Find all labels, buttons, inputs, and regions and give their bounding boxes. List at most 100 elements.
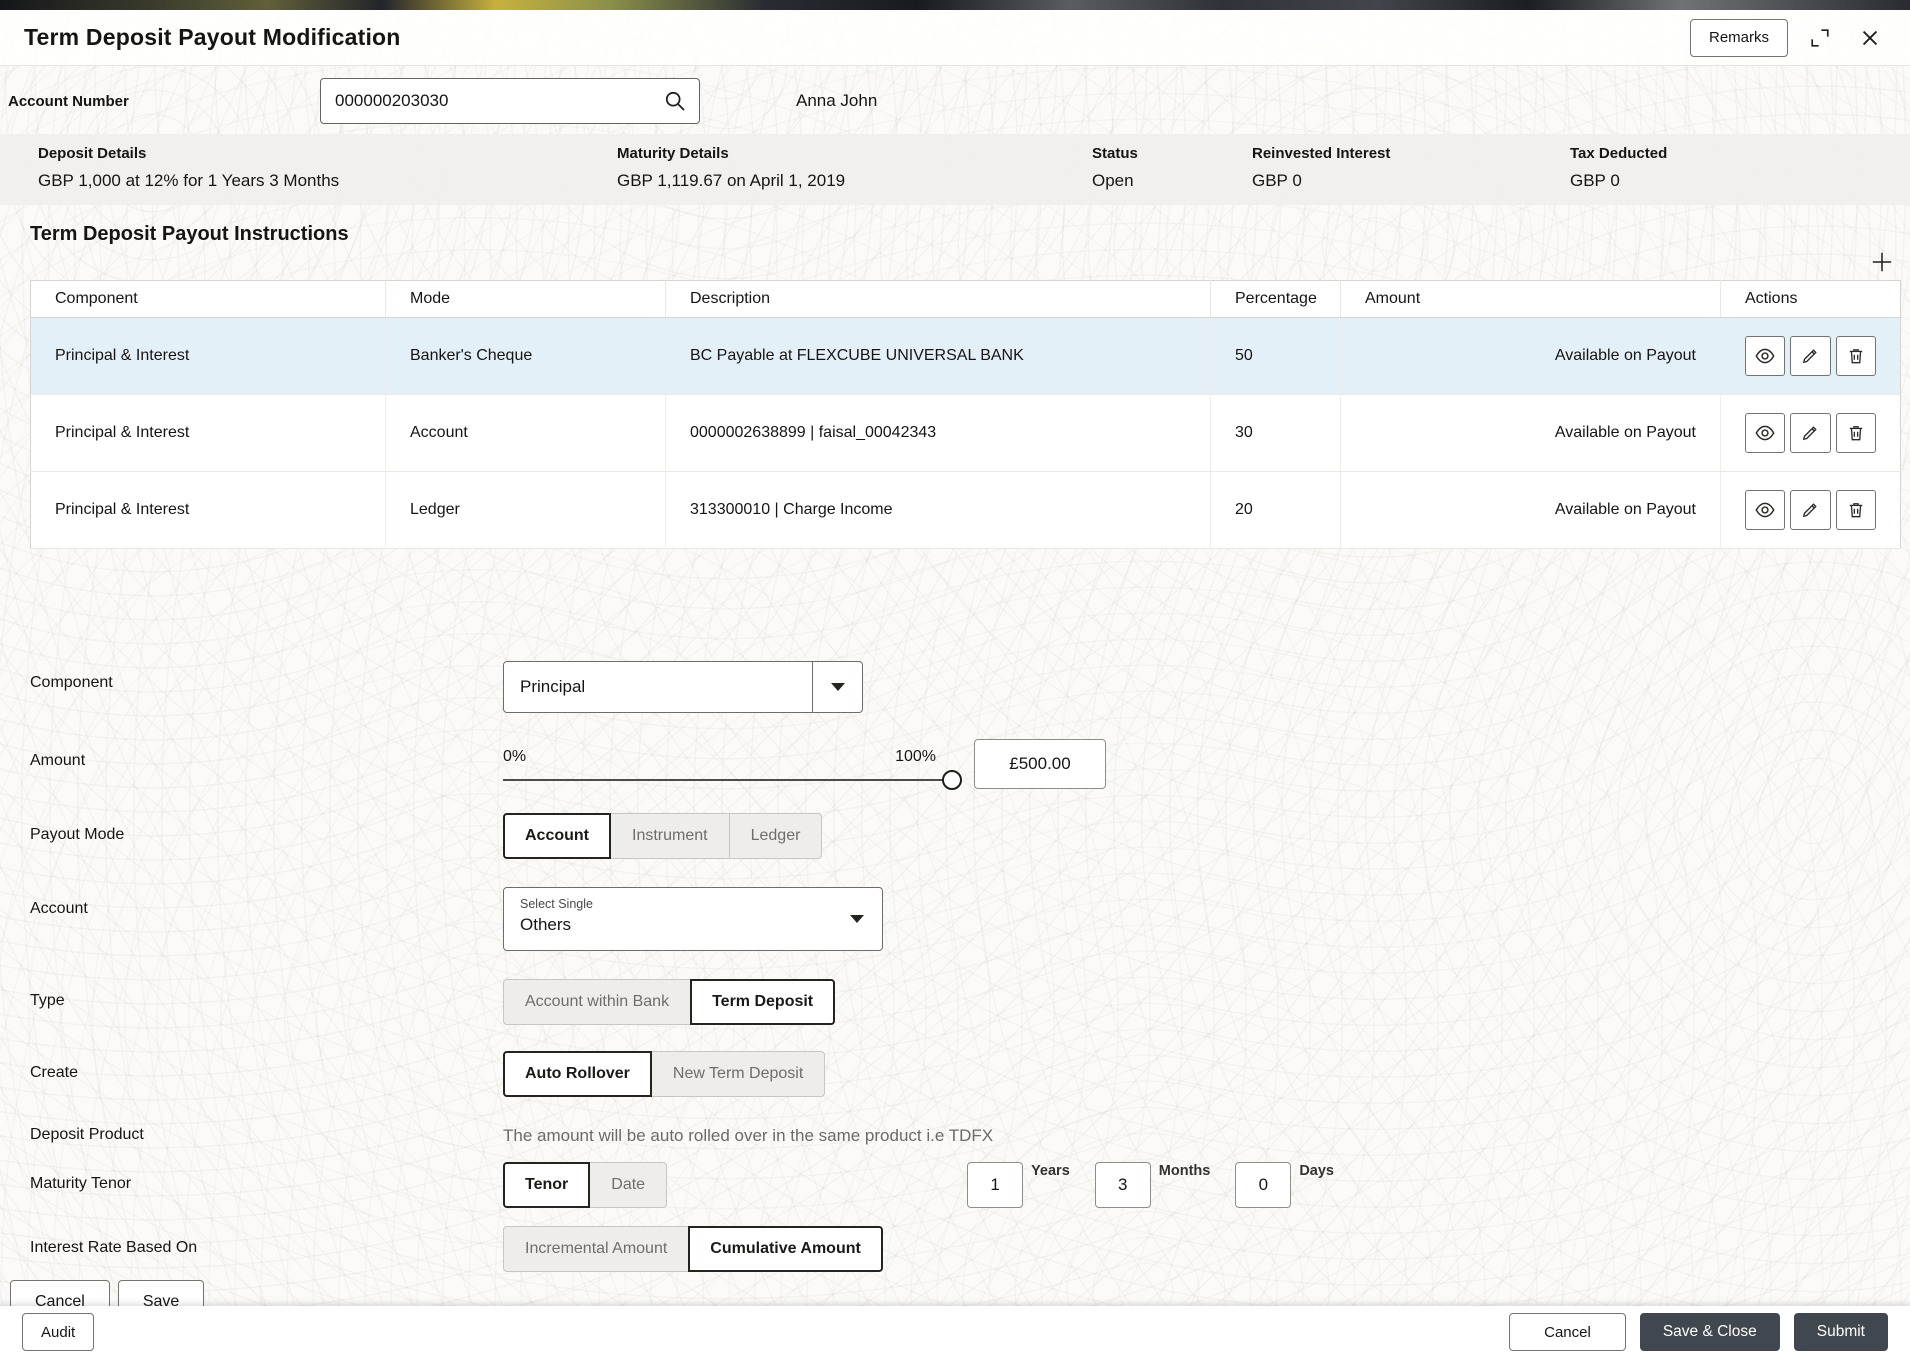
account-number-input-wrap — [320, 78, 700, 124]
summary-label: Status — [1092, 145, 1138, 162]
months-label: Months — [1158, 1163, 1211, 1179]
expand-icon — [1811, 28, 1829, 47]
payout-mode-toggle: Account Instrument Ledger — [503, 813, 823, 859]
amount-label: Amount — [30, 752, 86, 769]
account-number-input[interactable] — [333, 90, 663, 112]
maturity-option-date[interactable]: Date — [589, 1162, 668, 1208]
add-instruction-button[interactable] — [1866, 246, 1898, 278]
delete-button[interactable] — [1835, 336, 1876, 376]
remarks-button[interactable]: Remarks — [1689, 18, 1788, 57]
audit-button[interactable]: Audit — [22, 1313, 95, 1351]
expand-button[interactable] — [1802, 20, 1838, 56]
delete-button[interactable] — [1835, 413, 1876, 453]
amount-value-input[interactable]: £500.00 — [974, 739, 1106, 789]
deposit-product-label: Deposit Product — [30, 1126, 144, 1143]
summary-value: GBP 1,000 at 12% for 1 Years 3 Months — [38, 171, 340, 190]
component-select[interactable]: Principal — [503, 661, 863, 713]
view-icon — [1755, 502, 1775, 518]
maturity-tenor-control: Tenor Date Years Months — [503, 1162, 1334, 1208]
edit-icon — [1803, 349, 1818, 364]
payout-mode-option-ledger[interactable]: Ledger — [728, 813, 823, 859]
interest-rate-based-on-label: Interest Rate Based On — [30, 1239, 198, 1256]
view-button[interactable] — [1745, 490, 1786, 530]
maturity-tenor-toggle: Tenor Date — [503, 1162, 668, 1208]
cell-mode: Banker's Cheque — [385, 317, 666, 395]
payout-mode-option-account[interactable]: Account — [503, 813, 611, 859]
deposit-product-note: The amount will be auto rolled over in t… — [503, 1126, 994, 1145]
type-toggle: Account within Bank Term Deposit — [503, 979, 836, 1025]
maturity-option-tenor[interactable]: Tenor — [503, 1162, 591, 1208]
col-header-percentage: Percentage — [1210, 280, 1341, 318]
submit-button[interactable]: Submit — [1793, 1313, 1888, 1351]
type-label: Type — [30, 992, 65, 1009]
page-title: Term Deposit Payout Modification — [24, 24, 401, 50]
cell-component: Principal & Interest — [30, 317, 386, 395]
slider-track[interactable] — [503, 769, 962, 790]
delete-button[interactable] — [1835, 490, 1876, 530]
interest-option-cumulative[interactable]: Cumulative Amount — [688, 1226, 883, 1272]
view-icon — [1755, 425, 1775, 441]
create-label: Create — [30, 1064, 79, 1081]
edit-icon — [1803, 503, 1818, 518]
delete-icon — [1849, 426, 1863, 441]
search-icon[interactable] — [663, 89, 687, 113]
slider-min-label: 0% — [503, 747, 527, 765]
view-icon — [1755, 348, 1775, 364]
days-group: Days — [1235, 1162, 1334, 1208]
col-header-description: Description — [665, 280, 1211, 318]
add-icon — [1872, 252, 1892, 272]
table-row[interactable]: Principal & Interest Account 00000026388… — [30, 394, 1901, 472]
account-select-sublabel: Select Single — [520, 897, 593, 911]
amount-control: 0% 100% £500.00 — [503, 739, 1106, 790]
table-row[interactable]: Principal & Interest Ledger 313300010 | … — [30, 471, 1901, 549]
row-actions — [1745, 413, 1876, 453]
edit-button[interactable] — [1790, 336, 1831, 376]
account-select-value: Others — [520, 915, 572, 934]
type-option-account-within-bank[interactable]: Account within Bank — [503, 979, 692, 1025]
summary-deposit-details: Deposit Details GBP 1,000 at 12% for 1 Y… — [0, 145, 617, 192]
summary-reinvested-interest: Reinvested Interest GBP 0 — [1252, 145, 1570, 192]
interest-option-incremental[interactable]: Incremental Amount — [503, 1226, 690, 1272]
payout-instructions-table: Component Mode Description Percentage Am… — [30, 280, 1901, 549]
titlebar-actions: Remarks — [1689, 18, 1888, 57]
edit-button[interactable] — [1790, 413, 1831, 453]
close-button[interactable] — [1852, 20, 1888, 56]
days-input[interactable] — [1235, 1162, 1292, 1208]
slider-handle[interactable] — [942, 769, 962, 790]
payout-mode-label: Payout Mode — [30, 826, 125, 843]
cell-mode: Ledger — [385, 471, 666, 549]
months-input[interactable] — [1094, 1162, 1151, 1208]
delete-icon — [1849, 503, 1863, 518]
account-select[interactable]: Select Single Others — [503, 887, 883, 951]
interest-rate-toggle: Incremental Amount Cumulative Amount — [503, 1226, 883, 1272]
create-option-new-term-deposit[interactable]: New Term Deposit — [650, 1051, 826, 1097]
edit-button[interactable] — [1790, 490, 1831, 530]
type-option-term-deposit[interactable]: Term Deposit — [690, 979, 836, 1025]
footer-cancel-button[interactable]: Cancel — [1509, 1313, 1626, 1351]
row-actions — [1745, 490, 1876, 530]
years-group: Years — [967, 1162, 1070, 1208]
delete-icon — [1849, 349, 1863, 364]
row-actions — [1745, 336, 1876, 376]
save-and-close-button[interactable]: Save & Close — [1639, 1313, 1780, 1351]
slider-max-label: 100% — [895, 747, 936, 765]
payout-mode-option-instrument[interactable]: Instrument — [610, 813, 730, 859]
view-button[interactable] — [1745, 336, 1786, 376]
create-toggle: Auto Rollover New Term Deposit — [503, 1051, 826, 1097]
cell-mode: Account — [385, 394, 666, 472]
tenor-fields: Years Months Days — [967, 1162, 1334, 1208]
chevron-down-icon[interactable] — [812, 662, 862, 712]
table-row[interactable]: Principal & Interest Banker's Cheque BC … — [30, 317, 1901, 395]
account-number-label: Account Number — [8, 92, 129, 110]
amount-slider[interactable]: 0% 100% — [503, 747, 962, 790]
cell-amount: Available on Payout — [1340, 394, 1721, 472]
months-group: Months — [1094, 1162, 1211, 1208]
summary-value: GBP 0 — [1570, 171, 1620, 190]
years-input[interactable] — [967, 1162, 1024, 1208]
account-label: Account — [30, 900, 88, 917]
create-option-auto-rollover[interactable]: Auto Rollover — [503, 1051, 652, 1097]
view-button[interactable] — [1745, 413, 1786, 453]
summary-maturity-details: Maturity Details GBP 1,119.67 on April 1… — [617, 145, 1092, 192]
years-label: Years — [1031, 1163, 1070, 1179]
summary-value: Open — [1092, 171, 1134, 190]
